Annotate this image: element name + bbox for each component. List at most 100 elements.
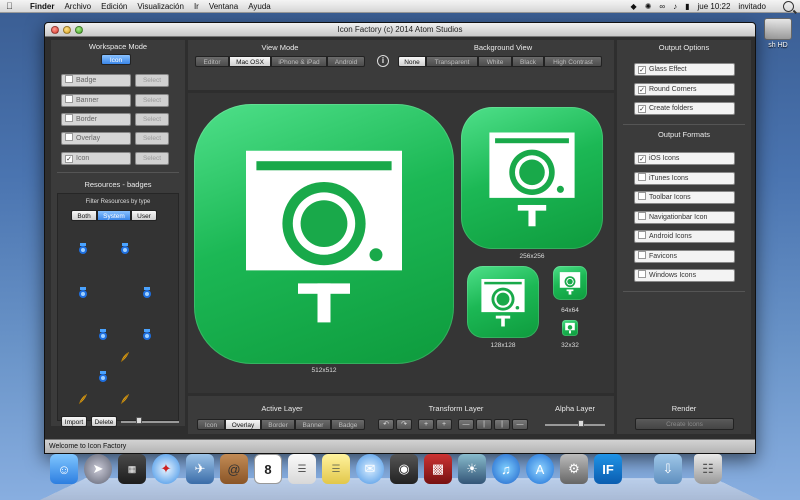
info-icon[interactable]: i xyxy=(377,55,389,67)
workspace-banner-select[interactable]: Select xyxy=(135,94,169,107)
bg-none[interactable]: None xyxy=(398,56,426,67)
preview-icon-256[interactable] xyxy=(461,107,603,249)
resource-item[interactable] xyxy=(98,328,108,340)
calendar-icon[interactable]: 8 xyxy=(254,454,282,484)
preview-icon-128[interactable] xyxy=(467,266,539,338)
move-down-button[interactable]: | xyxy=(494,419,510,430)
format-ios-icons[interactable]: ✓ iOS Icons xyxy=(634,152,735,165)
window-titlebar[interactable]: Icon Factory (c) 2014 Atom Studios xyxy=(45,23,755,37)
filter-user-button[interactable]: User xyxy=(131,210,157,221)
layer-banner[interactable]: Banner xyxy=(295,419,331,430)
spotlight-icon[interactable] xyxy=(783,1,794,12)
resource-item[interactable] xyxy=(98,370,108,382)
format-windows-icons[interactable]: Windows Icons xyxy=(634,269,735,282)
workspace-border-checkbox[interactable]: Border xyxy=(61,113,131,126)
resource-item[interactable] xyxy=(78,286,88,298)
preview-icon-32[interactable] xyxy=(562,320,578,336)
preview-icon-512[interactable] xyxy=(194,104,454,364)
launchpad-icon[interactable]: ➤ xyxy=(84,454,112,484)
preview-icon-64[interactable] xyxy=(553,266,587,300)
battery-icon[interactable]: ▮ xyxy=(685,2,689,11)
format-android-icons[interactable]: Android Icons xyxy=(634,230,735,243)
filter-system-button[interactable]: System xyxy=(97,210,131,221)
scale-up-alt-button[interactable]: + xyxy=(436,419,452,430)
workspace-overlay-checkbox[interactable]: Overlay xyxy=(61,132,131,145)
resource-item[interactable] xyxy=(78,242,88,254)
clock-text[interactable]: jue 10:22 xyxy=(698,2,731,11)
user-menu[interactable]: invitado xyxy=(738,2,766,11)
rotate-left-button[interactable]: ↶ xyxy=(378,419,394,430)
bg-white[interactable]: White xyxy=(478,56,512,67)
notes-icon[interactable]: ☰ xyxy=(322,454,350,484)
workspace-icon-checkbox[interactable]: ✓ Icon xyxy=(61,152,131,165)
move-up-button[interactable]: | xyxy=(476,419,492,430)
menu-ayuda[interactable]: Ayuda xyxy=(248,2,271,11)
safari-icon[interactable]: ✦ xyxy=(152,454,180,484)
move-right-button[interactable]: — xyxy=(512,419,528,430)
view-mode-android[interactable]: Android xyxy=(327,56,365,67)
mission-control-icon[interactable]: ▦ xyxy=(118,454,146,484)
menu-ventana[interactable]: Ventana xyxy=(209,2,238,11)
import-button[interactable]: Import xyxy=(61,416,87,427)
bg-transparent[interactable]: Transparent xyxy=(426,56,478,67)
format-toolbar-icons[interactable]: Toolbar Icons xyxy=(634,191,735,204)
view-mode-iphone-ipad[interactable]: iPhone & iPad xyxy=(271,56,327,67)
system-preferences-icon[interactable]: ⚙ xyxy=(560,454,588,484)
volume-icon[interactable]: ♪ xyxy=(673,2,677,11)
format-navigationbar-icon[interactable]: Navigationbar Icon xyxy=(634,211,735,224)
delete-button[interactable]: Delete xyxy=(91,416,117,427)
resource-item[interactable] xyxy=(78,392,88,405)
bg-high-contrast[interactable]: High Contrast xyxy=(544,56,602,67)
app-store-icon[interactable]: A xyxy=(526,454,554,484)
view-mode-mac-osx[interactable]: Mac OSX xyxy=(229,56,271,67)
resource-size-slider[interactable] xyxy=(121,421,179,423)
resource-item[interactable] xyxy=(142,328,152,340)
layer-overlay[interactable]: Overlay xyxy=(225,419,261,430)
format-favicons[interactable]: Favicons xyxy=(634,250,735,263)
mail-icon[interactable]: ✈ xyxy=(186,454,214,484)
format-itunes-icons[interactable]: iTunes Icons xyxy=(634,172,735,185)
option-round-corners[interactable]: ✓ Round Corners xyxy=(634,83,735,96)
dropbox-icon[interactable]: ◆ xyxy=(631,2,637,11)
finder-icon[interactable]: ☺ xyxy=(50,454,78,484)
move-left-button[interactable]: — xyxy=(458,419,474,430)
menu-ir[interactable]: Ir xyxy=(194,2,199,11)
menu-app-finder[interactable]: Finder xyxy=(30,2,54,11)
scale-up-button[interactable]: + xyxy=(418,419,434,430)
alpha-slider[interactable] xyxy=(545,424,605,426)
layer-badge[interactable]: Badge xyxy=(331,419,365,430)
facetime-icon[interactable]: ◉ xyxy=(390,454,418,484)
messages-icon[interactable]: ✉ xyxy=(356,454,384,484)
rotate-right-button[interactable]: ↷ xyxy=(396,419,412,430)
apple-menu-icon[interactable]:  xyxy=(6,1,18,11)
workspace-mode-icon-button[interactable]: Icon xyxy=(101,54,131,65)
option-glass-effect[interactable]: ✓ Glass Effect xyxy=(634,63,735,76)
resource-item[interactable] xyxy=(120,392,130,405)
workspace-banner-checkbox[interactable]: Banner xyxy=(61,94,131,107)
workspace-overlay-select[interactable]: Select xyxy=(135,132,169,145)
resource-size-slider-knob[interactable] xyxy=(136,417,142,424)
view-mode-editor[interactable]: Editor xyxy=(195,56,229,67)
alpha-slider-knob[interactable] xyxy=(578,420,584,427)
trash-icon[interactable]: ☷ xyxy=(694,454,722,484)
bg-black[interactable]: Black xyxy=(512,56,544,67)
icon-factory-icon[interactable]: IF xyxy=(594,454,622,484)
resource-item[interactable] xyxy=(120,350,130,363)
resource-item[interactable] xyxy=(120,242,130,254)
downloads-icon[interactable]: ⇩ xyxy=(654,454,682,484)
workspace-badge-select[interactable]: Select xyxy=(135,74,169,87)
wifi-icon[interactable]: ∞ xyxy=(659,2,665,11)
menu-edicion[interactable]: Edición xyxy=(101,2,127,11)
iphoto-icon[interactable]: ☀ xyxy=(458,454,486,484)
menu-visualizacion[interactable]: Visualización xyxy=(137,2,184,11)
layer-icon[interactable]: Icon xyxy=(197,419,225,430)
layer-border[interactable]: Border xyxy=(261,419,295,430)
workspace-icon-select[interactable]: Select xyxy=(135,152,169,165)
option-create-folders[interactable]: ✓ Create folders xyxy=(634,102,735,115)
desktop-hard-drive[interactable]: sh HD xyxy=(758,18,798,49)
filter-both-button[interactable]: Both xyxy=(71,210,97,221)
reminders-icon[interactable]: ☰ xyxy=(288,454,316,484)
bluetooth-icon[interactable]: ✺ xyxy=(645,2,652,11)
create-icons-button[interactable]: Create Icons xyxy=(635,418,734,430)
menu-archivo[interactable]: Archivo xyxy=(64,2,91,11)
